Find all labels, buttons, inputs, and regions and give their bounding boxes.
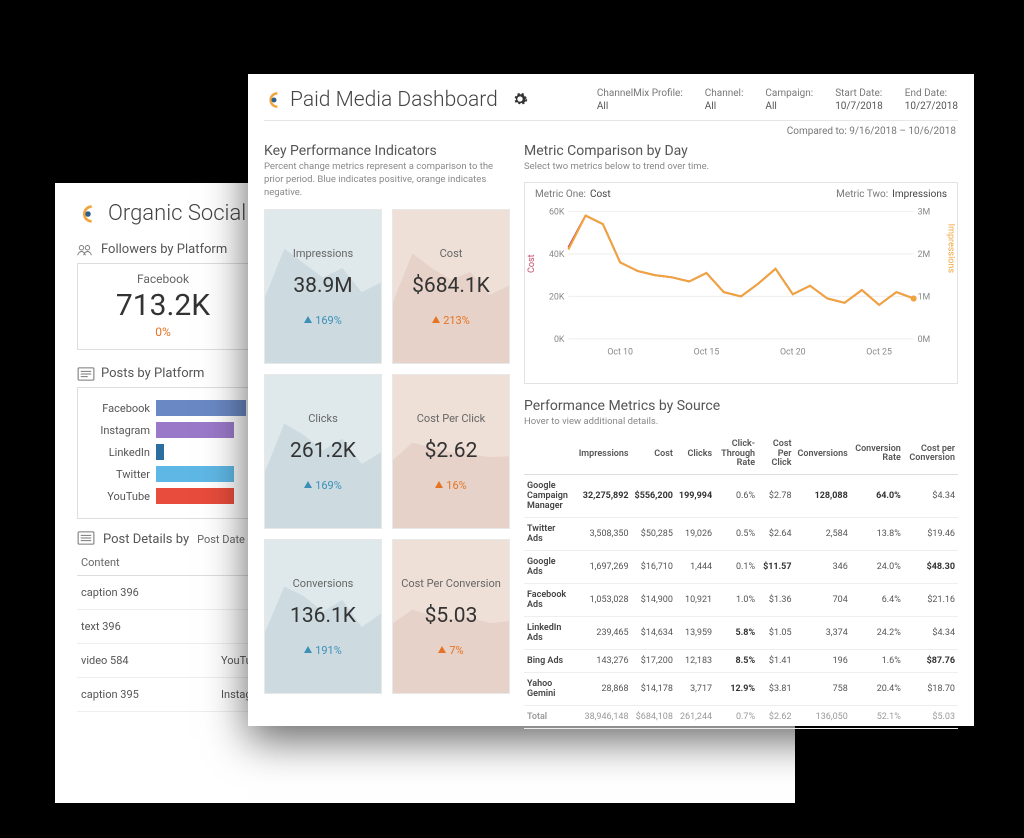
- svg-text:0K: 0K: [554, 335, 565, 345]
- filter-campaign[interactable]: Campaign:All: [765, 88, 813, 112]
- kpi-section-subtitle: Percent change metrics represent a compa…: [264, 161, 510, 199]
- kpi-delta: 16%: [435, 479, 466, 492]
- perf-col: Cost per Conversion: [904, 435, 958, 475]
- kpi-label: Conversions: [293, 577, 354, 590]
- facebook-followers-tile[interactable]: Facebook 713.2K 0%: [78, 264, 248, 349]
- svg-text:1M: 1M: [918, 292, 931, 302]
- filter-startdate[interactable]: Start Date:10/7/2018: [835, 88, 883, 112]
- perf-section-subtitle: Hover to view additional details.: [524, 416, 958, 429]
- post-details-icon: [77, 531, 95, 548]
- brand-logo-icon: [264, 90, 284, 110]
- compared-to-text: Compared to: 9/16/2018 – 10/6/2018: [266, 126, 956, 137]
- kpi-clicks[interactable]: Clicks 261.2K 169%: [264, 374, 382, 529]
- kpi-impressions[interactable]: Impressions 38.9M 169%: [264, 209, 382, 364]
- brand-logo-icon: [77, 203, 99, 225]
- metric-one-selector[interactable]: Metric One:Cost: [535, 189, 611, 200]
- kpi-cost-per-click[interactable]: Cost Per Click $2.62 16%: [392, 374, 510, 529]
- followers-icon: [77, 243, 95, 257]
- perf-col: Cost Per Click: [758, 435, 794, 475]
- perf-col: Conversion Rate: [851, 435, 904, 475]
- kpi-label: Cost Per Conversion: [401, 577, 501, 590]
- table-row-total: Total38,946,148$684,108261,2440.7%$2.621…: [524, 706, 958, 729]
- kpi-value: $5.03: [425, 604, 478, 628]
- post-details-label: Post Details by: [103, 532, 189, 547]
- performance-table: ImpressionsCostClicksClick-Through RateC…: [524, 435, 958, 730]
- paid-dashboard-card: Paid Media Dashboard ChannelMix Profile:…: [248, 74, 974, 726]
- svg-text:60K: 60K: [549, 207, 565, 217]
- kpi-value: $684.1K: [412, 274, 490, 298]
- tile-name: Facebook: [82, 272, 244, 286]
- metric-two-selector[interactable]: Metric Two:Impressions: [836, 189, 947, 200]
- table-row[interactable]: Facebook Ads1,053,028$14,90010,9211.0%$1…: [524, 584, 958, 617]
- paid-title: Paid Media Dashboard: [290, 88, 498, 112]
- svg-text:40K: 40K: [549, 250, 565, 260]
- table-row[interactable]: Twitter Ads3,508,350$50,28519,0260.5%$2.…: [524, 518, 958, 551]
- table-row[interactable]: Yahoo Gemini28,868$14,1783,71712.9%$3.81…: [524, 673, 958, 706]
- filter-channel[interactable]: Channel:All: [705, 88, 744, 112]
- kpi-conversions[interactable]: Conversions 136.1K 191%: [264, 539, 382, 694]
- kpi-delta: 169%: [304, 479, 342, 492]
- kpi-label: Clicks: [308, 412, 338, 425]
- table-row[interactable]: Google Campaign Manager32,275,892$556,20…: [524, 475, 958, 518]
- kpi-delta: 169%: [304, 314, 342, 327]
- svg-text:Oct 25: Oct 25: [866, 347, 892, 357]
- followers-section-label: Followers by Platform: [101, 242, 227, 257]
- metric-section-title: Metric Comparison by Day: [524, 143, 958, 159]
- kpi-section-title: Key Performance Indicators: [264, 143, 510, 159]
- svg-text:Oct 20: Oct 20: [780, 347, 806, 357]
- perf-col: Click-Through Rate: [715, 435, 758, 475]
- right-axis-label: Impressions: [945, 223, 955, 272]
- perf-col: [524, 435, 576, 475]
- posts-icon: [77, 367, 95, 381]
- svg-text:20K: 20K: [549, 292, 565, 302]
- post-details-sort[interactable]: Post Date: [197, 533, 245, 546]
- kpi-value: 38.9M: [293, 274, 352, 298]
- svg-text:Oct 15: Oct 15: [694, 347, 720, 357]
- svg-text:2M: 2M: [918, 250, 931, 260]
- tile-value: 713.2K: [82, 288, 244, 323]
- svg-text:Oct 10: Oct 10: [607, 347, 633, 357]
- kpi-label: Cost: [440, 247, 463, 260]
- gear-icon[interactable]: [512, 91, 528, 110]
- filter-channelmixprofile[interactable]: ChannelMix Profile:All: [597, 88, 683, 112]
- metric-comparison-chart: Metric One:Cost Metric Two:Impressions 0…: [524, 182, 958, 384]
- kpi-delta: 7%: [438, 644, 463, 657]
- perf-section-title: Performance Metrics by Source: [524, 398, 958, 414]
- kpi-value: 136.1K: [290, 604, 356, 628]
- kpi-cost-per-conversion[interactable]: Cost Per Conversion $5.03 7%: [392, 539, 510, 694]
- table-row[interactable]: Google Ads1,697,269$16,7101,4440.1%$11.5…: [524, 551, 958, 584]
- left-axis-label: Cost: [527, 254, 537, 273]
- kpi-cost[interactable]: Cost $684.1K 213%: [392, 209, 510, 364]
- posts-section-label: Posts by Platform: [101, 366, 204, 381]
- perf-col: Cost: [632, 435, 676, 475]
- table-row[interactable]: LinkedIn Ads239,465$14,63413,9595.8%$1.0…: [524, 617, 958, 650]
- kpi-delta: 191%: [304, 644, 342, 657]
- svg-text:0M: 0M: [918, 335, 931, 345]
- metric-section-subtitle: Select two metrics below to trend over t…: [524, 161, 958, 174]
- col-content: Content: [77, 550, 217, 576]
- svg-text:3M: 3M: [918, 207, 931, 217]
- tile-delta: 0%: [82, 325, 244, 339]
- kpi-delta: 213%: [432, 314, 470, 327]
- filter-enddate[interactable]: End Date:10/27/2018: [905, 88, 958, 112]
- kpi-label: Cost Per Click: [417, 412, 485, 425]
- perf-col: Conversions: [795, 435, 851, 475]
- kpi-value: 261.2K: [290, 439, 356, 463]
- kpi-label: Impressions: [293, 247, 353, 260]
- table-row[interactable]: Bing Ads143,276$17,20012,1838.5%$1.41196…: [524, 650, 958, 673]
- perf-col: Impressions: [576, 435, 632, 475]
- kpi-value: $2.62: [425, 439, 478, 463]
- perf-col: Clicks: [676, 435, 715, 475]
